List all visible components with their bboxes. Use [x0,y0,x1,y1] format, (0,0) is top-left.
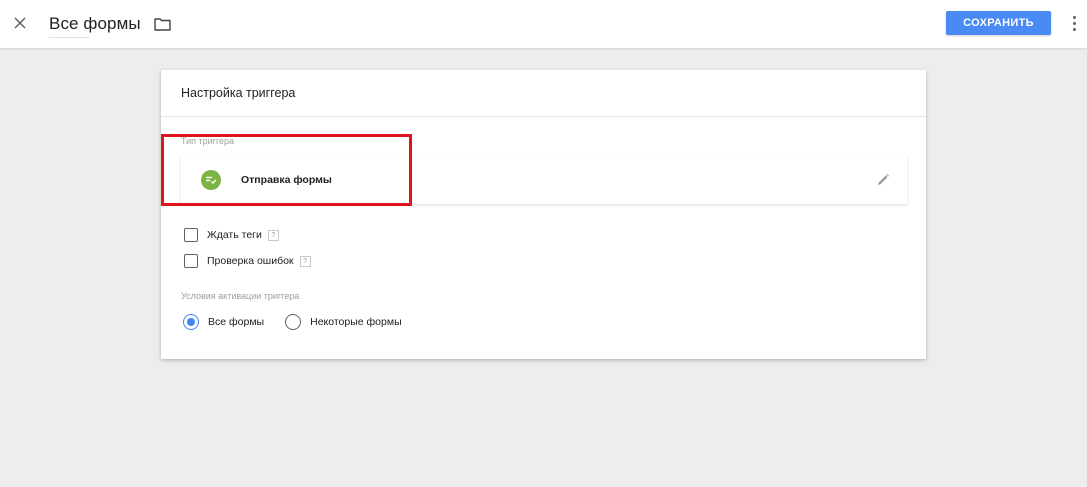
radio-some-forms-label: Некоторые формы [310,316,402,328]
wait-for-tags-label: Ждать теги [207,229,262,241]
more-vert-icon[interactable] [1068,13,1080,33]
check-validation-checkbox[interactable] [184,254,198,268]
top-bar: Все формы СОХРАНИТЬ [0,0,1087,48]
help-icon[interactable]: ? [267,229,279,241]
check-validation-label: Проверка ошибок [207,255,294,267]
trigger-type-selector[interactable]: Отправка формы [181,156,907,204]
radio-button-checked[interactable] [183,314,199,330]
activation-conditions-label: Условия активации триггера [181,291,300,301]
title-area: Все формы [49,13,172,38]
pencil-icon[interactable] [875,172,891,188]
help-icon[interactable]: ? [299,255,311,267]
wait-for-tags-checkbox[interactable] [184,228,198,242]
trigger-type-label: Тип триггера [181,136,235,146]
page-title[interactable]: Все формы [49,14,141,34]
activation-radio-group: Все формы Некоторые формы [183,313,402,331]
folder-icon[interactable] [154,16,172,32]
card-header: Настройка триггера [161,70,926,117]
radio-some-forms[interactable]: Некоторые формы [285,314,402,330]
radio-all-forms[interactable]: Все формы [183,314,264,330]
close-icon[interactable] [10,12,30,34]
radio-all-forms-label: Все формы [208,316,265,328]
save-button[interactable]: СОХРАНИТЬ [946,11,1051,35]
trigger-config-card: Настройка триггера Тип триггера Отправка… [161,70,926,359]
card-title: Настройка триггера [181,86,296,100]
trigger-type-name: Отправка формы [241,174,332,186]
title-underline [49,37,89,38]
radio-button-unchecked[interactable] [285,314,302,330]
wait-for-tags-option[interactable]: Ждать теги ? [184,227,279,243]
check-validation-option[interactable]: Проверка ошибок ? [184,253,311,269]
form-submit-icon [201,170,221,190]
